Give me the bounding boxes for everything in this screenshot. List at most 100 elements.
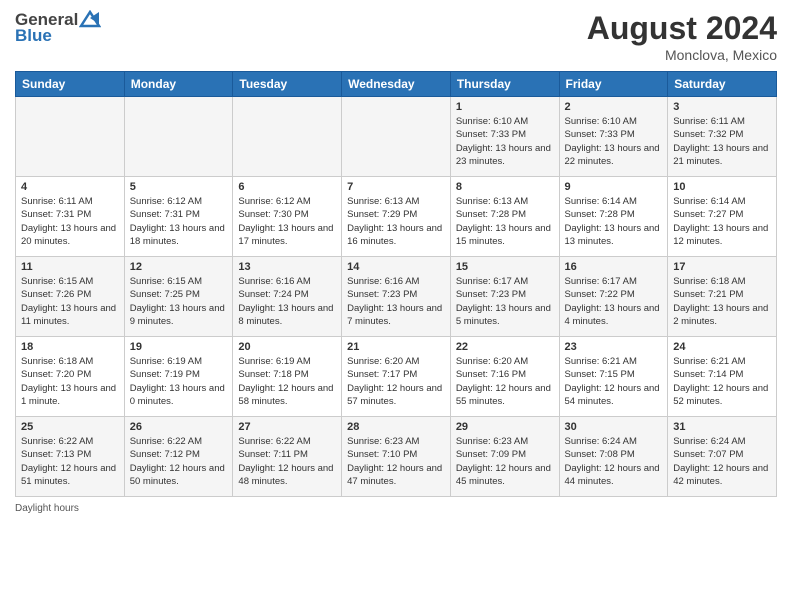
day-cell: 10 Sunrise: 6:14 AM Sunset: 7:27 PM Dayl…	[668, 177, 777, 257]
sunrise: Sunrise: 6:22 AM	[238, 435, 336, 448]
day-info: Sunrise: 6:20 AM Sunset: 7:17 PM Dayligh…	[347, 355, 445, 408]
daylight: Daylight: 12 hours and 54 minutes.	[565, 382, 663, 409]
day-cell: 2 Sunrise: 6:10 AM Sunset: 7:33 PM Dayli…	[559, 97, 668, 177]
day-info: Sunrise: 6:24 AM Sunset: 7:08 PM Dayligh…	[565, 435, 663, 488]
day-cell: 3 Sunrise: 6:11 AM Sunset: 7:32 PM Dayli…	[668, 97, 777, 177]
daylight: Daylight: 12 hours and 58 minutes.	[238, 382, 336, 409]
page: General Blue August 2024 Monclova, Mexic…	[0, 0, 792, 612]
day-number: 15	[456, 261, 554, 273]
day-info: Sunrise: 6:19 AM Sunset: 7:19 PM Dayligh…	[130, 355, 228, 408]
header: General Blue August 2024 Monclova, Mexic…	[15, 10, 777, 63]
daylight: Daylight: 13 hours and 0 minutes.	[130, 382, 228, 409]
daylight: Daylight: 12 hours and 48 minutes.	[238, 462, 336, 489]
day-cell: 9 Sunrise: 6:14 AM Sunset: 7:28 PM Dayli…	[559, 177, 668, 257]
sunset: Sunset: 7:11 PM	[238, 448, 336, 461]
day-number: 28	[347, 421, 445, 433]
day-number: 17	[673, 261, 771, 273]
sunrise: Sunrise: 6:10 AM	[456, 115, 554, 128]
sunrise: Sunrise: 6:15 AM	[21, 275, 119, 288]
daylight: Daylight: 12 hours and 44 minutes.	[565, 462, 663, 489]
daylight: Daylight: 13 hours and 4 minutes.	[565, 302, 663, 329]
sunrise: Sunrise: 6:22 AM	[130, 435, 228, 448]
day-number: 10	[673, 181, 771, 193]
sunrise: Sunrise: 6:13 AM	[347, 195, 445, 208]
day-cell: 13 Sunrise: 6:16 AM Sunset: 7:24 PM Dayl…	[233, 257, 342, 337]
day-cell: 19 Sunrise: 6:19 AM Sunset: 7:19 PM Dayl…	[124, 337, 233, 417]
daylight: Daylight: 13 hours and 16 minutes.	[347, 222, 445, 249]
daylight: Daylight: 13 hours and 15 minutes.	[456, 222, 554, 249]
col-friday: Friday	[559, 72, 668, 97]
col-wednesday: Wednesday	[342, 72, 451, 97]
daylight: Daylight: 13 hours and 12 minutes.	[673, 222, 771, 249]
sunset: Sunset: 7:33 PM	[456, 128, 554, 141]
day-info: Sunrise: 6:17 AM Sunset: 7:23 PM Dayligh…	[456, 275, 554, 328]
sunrise: Sunrise: 6:15 AM	[130, 275, 228, 288]
sunset: Sunset: 7:13 PM	[21, 448, 119, 461]
sunrise: Sunrise: 6:20 AM	[347, 355, 445, 368]
day-cell: 14 Sunrise: 6:16 AM Sunset: 7:23 PM Dayl…	[342, 257, 451, 337]
day-info: Sunrise: 6:24 AM Sunset: 7:07 PM Dayligh…	[673, 435, 771, 488]
day-cell: 4 Sunrise: 6:11 AM Sunset: 7:31 PM Dayli…	[16, 177, 125, 257]
day-number: 24	[673, 341, 771, 353]
day-info: Sunrise: 6:23 AM Sunset: 7:09 PM Dayligh…	[456, 435, 554, 488]
day-number: 1	[456, 101, 554, 113]
month-title: August 2024	[587, 10, 777, 47]
day-cell: 26 Sunrise: 6:22 AM Sunset: 7:12 PM Dayl…	[124, 417, 233, 497]
sunrise: Sunrise: 6:19 AM	[130, 355, 228, 368]
day-cell: 28 Sunrise: 6:23 AM Sunset: 7:10 PM Dayl…	[342, 417, 451, 497]
day-cell: 31 Sunrise: 6:24 AM Sunset: 7:07 PM Dayl…	[668, 417, 777, 497]
day-info: Sunrise: 6:21 AM Sunset: 7:14 PM Dayligh…	[673, 355, 771, 408]
header-row: Sunday Monday Tuesday Wednesday Thursday…	[16, 72, 777, 97]
day-info: Sunrise: 6:19 AM Sunset: 7:18 PM Dayligh…	[238, 355, 336, 408]
sunset: Sunset: 7:08 PM	[565, 448, 663, 461]
sunset: Sunset: 7:22 PM	[565, 288, 663, 301]
day-number: 25	[21, 421, 119, 433]
day-cell	[124, 97, 233, 177]
daylight: Daylight: 13 hours and 1 minute.	[21, 382, 119, 409]
day-cell	[233, 97, 342, 177]
logo-icon	[79, 10, 101, 28]
daylight: Daylight: 13 hours and 9 minutes.	[130, 302, 228, 329]
day-number: 3	[673, 101, 771, 113]
daylight: Daylight: 13 hours and 22 minutes.	[565, 142, 663, 169]
day-number: 27	[238, 421, 336, 433]
day-info: Sunrise: 6:15 AM Sunset: 7:25 PM Dayligh…	[130, 275, 228, 328]
sunrise: Sunrise: 6:12 AM	[130, 195, 228, 208]
daylight: Daylight: 13 hours and 8 minutes.	[238, 302, 336, 329]
daylight: Daylight: 13 hours and 2 minutes.	[673, 302, 771, 329]
day-cell: 18 Sunrise: 6:18 AM Sunset: 7:20 PM Dayl…	[16, 337, 125, 417]
day-cell: 7 Sunrise: 6:13 AM Sunset: 7:29 PM Dayli…	[342, 177, 451, 257]
sunrise: Sunrise: 6:11 AM	[21, 195, 119, 208]
sunset: Sunset: 7:28 PM	[565, 208, 663, 221]
col-saturday: Saturday	[668, 72, 777, 97]
sunset: Sunset: 7:10 PM	[347, 448, 445, 461]
day-info: Sunrise: 6:16 AM Sunset: 7:24 PM Dayligh…	[238, 275, 336, 328]
sunrise: Sunrise: 6:17 AM	[456, 275, 554, 288]
day-number: 19	[130, 341, 228, 353]
sunrise: Sunrise: 6:14 AM	[673, 195, 771, 208]
day-info: Sunrise: 6:10 AM Sunset: 7:33 PM Dayligh…	[565, 115, 663, 168]
sunset: Sunset: 7:17 PM	[347, 368, 445, 381]
sunset: Sunset: 7:15 PM	[565, 368, 663, 381]
sunset: Sunset: 7:12 PM	[130, 448, 228, 461]
sunrise: Sunrise: 6:10 AM	[565, 115, 663, 128]
day-cell: 8 Sunrise: 6:13 AM Sunset: 7:28 PM Dayli…	[450, 177, 559, 257]
location-title: Monclova, Mexico	[587, 47, 777, 63]
col-sunday: Sunday	[16, 72, 125, 97]
day-info: Sunrise: 6:10 AM Sunset: 7:33 PM Dayligh…	[456, 115, 554, 168]
sunset: Sunset: 7:25 PM	[130, 288, 228, 301]
day-number: 4	[21, 181, 119, 193]
daylight: Daylight: 12 hours and 47 minutes.	[347, 462, 445, 489]
daylight: Daylight: 13 hours and 11 minutes.	[21, 302, 119, 329]
day-info: Sunrise: 6:21 AM Sunset: 7:15 PM Dayligh…	[565, 355, 663, 408]
day-info: Sunrise: 6:12 AM Sunset: 7:30 PM Dayligh…	[238, 195, 336, 248]
sunset: Sunset: 7:20 PM	[21, 368, 119, 381]
day-cell	[16, 97, 125, 177]
day-number: 14	[347, 261, 445, 273]
daylight: Daylight: 13 hours and 17 minutes.	[238, 222, 336, 249]
day-number: 21	[347, 341, 445, 353]
day-cell: 27 Sunrise: 6:22 AM Sunset: 7:11 PM Dayl…	[233, 417, 342, 497]
daylight: Daylight: 12 hours and 45 minutes.	[456, 462, 554, 489]
sunrise: Sunrise: 6:20 AM	[456, 355, 554, 368]
sunset: Sunset: 7:23 PM	[456, 288, 554, 301]
